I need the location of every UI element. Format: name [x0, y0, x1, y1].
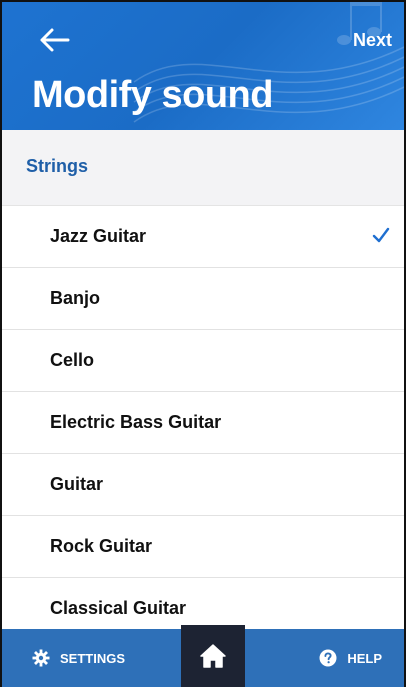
list-item-guitar[interactable]: Guitar: [2, 454, 404, 516]
list-item-label: Electric Bass Guitar: [50, 412, 222, 432]
home-button[interactable]: [181, 625, 245, 687]
list-item-rock-guitar[interactable]: Rock Guitar: [2, 516, 404, 578]
list-item-label: Jazz Guitar: [50, 226, 147, 246]
app-screen: Next Modify sound Strings Jazz Guitar Ba…: [0, 0, 406, 687]
list-item-label: Guitar: [50, 474, 104, 494]
page-title: Modify sound: [32, 74, 273, 116]
checkmark-icon: [372, 227, 390, 243]
list-item-jazz-guitar[interactable]: Jazz Guitar: [2, 206, 404, 268]
section-header: Strings: [2, 130, 404, 206]
help-label: HELP: [347, 650, 382, 666]
settings-button[interactable]: SETTINGS: [32, 647, 125, 669]
list-item-label: Cello: [50, 350, 95, 370]
back-arrow-icon[interactable]: [38, 26, 70, 54]
list-item-cello[interactable]: Cello: [2, 330, 404, 392]
list-item-banjo[interactable]: Banjo: [2, 268, 404, 330]
bottom-nav-bar: SETTINGS HELP: [2, 625, 404, 687]
home-icon: [200, 644, 226, 668]
list-item-electric-bass-guitar[interactable]: Electric Bass Guitar: [2, 392, 404, 454]
list-item-label: Rock Guitar: [50, 536, 153, 556]
list-item-label: Banjo: [50, 288, 101, 308]
list-item-label: Classical Guitar: [50, 598, 187, 618]
question-circle-icon: [319, 649, 337, 667]
help-button[interactable]: HELP: [319, 647, 382, 669]
header: Next Modify sound: [2, 2, 404, 130]
sound-list: Jazz Guitar Banjo Cello Electric Bass Gu…: [2, 206, 404, 631]
list-item-classical-guitar[interactable]: Classical Guitar: [2, 578, 404, 631]
next-button[interactable]: Next: [353, 30, 392, 51]
settings-label: SETTINGS: [60, 650, 126, 666]
gear-icon: [32, 649, 50, 667]
section-label: Strings: [26, 156, 89, 176]
